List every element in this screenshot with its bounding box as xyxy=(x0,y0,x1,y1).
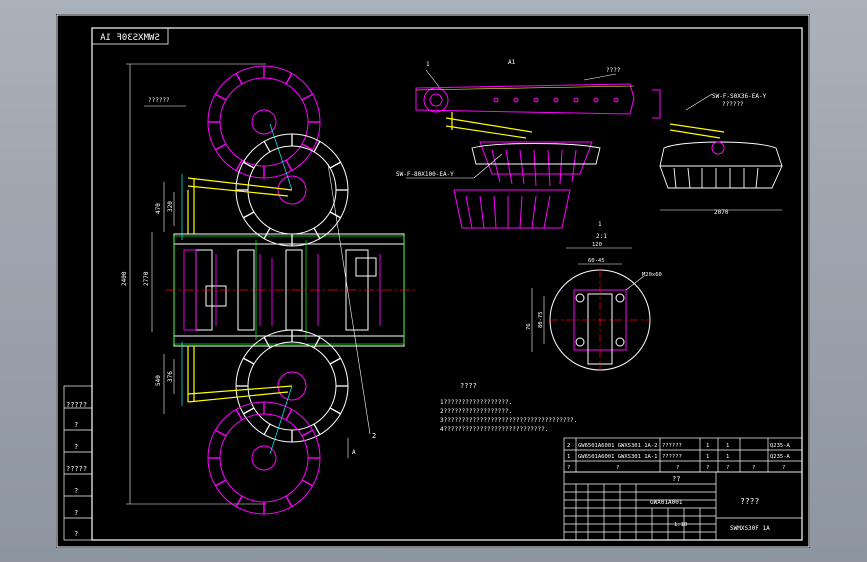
dim-470: 470 xyxy=(155,203,162,214)
note-2: 2??????????????????. xyxy=(440,408,512,415)
note-3: 3????????????????????????????????????. xyxy=(440,417,577,424)
bolt-dim-60-45: 60-45 xyxy=(588,258,605,264)
dim-376: 376 xyxy=(167,371,174,382)
right-bracket xyxy=(652,89,661,119)
note-1: 1??????????????????. xyxy=(440,399,512,406)
bom-r1-num: 1 xyxy=(567,454,570,460)
bom-r0-unit: 1 xyxy=(726,443,729,449)
arm-callout-leader xyxy=(583,73,617,81)
arrow-a-label: A xyxy=(352,449,356,456)
bom-r0-qty: 1 xyxy=(706,443,709,449)
cad-viewer-window: SWMXS30F 1A ????? ? ? ????? ? ? ? 2400 4… xyxy=(0,0,867,562)
bom-h3: ? xyxy=(706,465,709,471)
drawing-canvas[interactable]: SWMXS30F 1A ????? ? ? ????? ? ? ? 2400 4… xyxy=(56,14,810,548)
bolt-note: M20x60 xyxy=(642,272,662,278)
tb-units: ?? xyxy=(672,475,680,483)
side-rake-upper-white xyxy=(471,143,601,165)
arm-label-b: SW-F-80X100-EA-Y xyxy=(396,171,454,178)
bom-h2: ? xyxy=(676,465,679,471)
left-block-5: ? xyxy=(74,509,78,517)
bom-h0: ? xyxy=(567,465,570,471)
left-dimension-texts: 2400 470 320 2770 540 376 ?????? xyxy=(121,97,174,386)
bom-rows: 2 GW6501A6001 GWXS301 1A-2 ?????? 1 1 Q2… xyxy=(567,443,791,471)
arm-a-leader xyxy=(685,93,713,111)
right-hub xyxy=(711,141,725,155)
bom-r1-code: GW6501A6001 GWXS301 1A-1 xyxy=(578,454,657,460)
dim-2770: 2770 xyxy=(143,271,150,286)
dim-2400: 2400 xyxy=(121,271,128,286)
tb-scale: 1:10 xyxy=(674,522,687,528)
bom-r0-num: 2 xyxy=(567,443,570,449)
bom-r0-material: Q235-A xyxy=(770,443,791,449)
bolt-dim-120: 120 xyxy=(592,242,602,248)
bolt-dim-80-75: 80-75 xyxy=(538,311,544,328)
beam-yellow-edge xyxy=(415,85,635,91)
section-mark-leader xyxy=(425,69,441,89)
pointer-2-label: 2 xyxy=(372,432,376,440)
left-block-0: ????? xyxy=(66,401,87,409)
dim-320: 320 xyxy=(167,201,174,212)
bolt-note-leader xyxy=(625,275,645,291)
section-title: 1 xyxy=(598,221,602,228)
right-arm-yellow xyxy=(669,123,725,139)
arm-label-a-sub: ?????? xyxy=(722,101,744,108)
left-block-1: ? xyxy=(74,421,78,429)
bom-r0-name: ?????? xyxy=(662,443,682,449)
bom-h4: ? xyxy=(726,465,729,471)
section-scale: 2:1 xyxy=(596,233,607,240)
arm-callout-top: ???? xyxy=(606,67,621,74)
arms-cyan xyxy=(181,123,293,455)
left-block-6: ? xyxy=(74,530,78,538)
pointer-line-2 xyxy=(327,163,371,435)
bom-r1-qty: 1 xyxy=(706,454,709,460)
frame-beam-side xyxy=(415,83,635,115)
bom-r1-unit: 1 xyxy=(726,454,729,460)
bom-r1-material: Q235-A xyxy=(770,454,791,460)
section-mark-label: 1 xyxy=(426,61,430,68)
tb-title: ???? xyxy=(740,497,759,506)
tb-drawing-no: SWMXS30F 1A xyxy=(730,525,770,532)
bom-r1-name: ?????? xyxy=(662,454,682,460)
bom-r0-code: GW6501A6001 GWXS301 1A-2 xyxy=(578,443,657,449)
stamp-text: SWMXS30F 1A xyxy=(100,33,160,43)
left-block-4: ? xyxy=(74,487,78,495)
bom-h1: ? xyxy=(616,465,619,471)
left-block-3: ????? xyxy=(66,465,87,473)
notes-list: 1??????????????????. 2??????????????????… xyxy=(440,399,577,433)
bom-h6: ? xyxy=(782,465,785,471)
wheel-top-magenta xyxy=(207,65,321,179)
wheel-bottom-magenta xyxy=(207,401,321,515)
width-dim-label: 2070 xyxy=(714,209,729,216)
notes-title: ???? xyxy=(460,382,477,390)
side-rake-lower xyxy=(453,189,571,229)
note-4: 4????????????????????????????. xyxy=(440,426,548,433)
side-arm-yellow xyxy=(445,112,533,139)
top-dimension-label: ?????? xyxy=(148,97,170,104)
bom-h5: ? xyxy=(752,465,755,471)
left-side-labels: ????? ? ? ????? ? ? ? xyxy=(66,401,87,538)
right-rake-white xyxy=(659,141,783,189)
tb-part-code: GWX01A001 xyxy=(650,499,683,506)
left-block-2: ? xyxy=(74,443,78,451)
arm-label-a: SW-F-S0X36-EA-Y xyxy=(712,93,767,100)
top-view-label: A1 xyxy=(508,59,516,66)
dim-540: 540 xyxy=(155,375,162,386)
cad-drawing: SWMXS30F 1A ????? ? ? ????? ? ? ? 2400 4… xyxy=(56,14,810,548)
bolt-dim-76: 76 xyxy=(526,323,532,330)
